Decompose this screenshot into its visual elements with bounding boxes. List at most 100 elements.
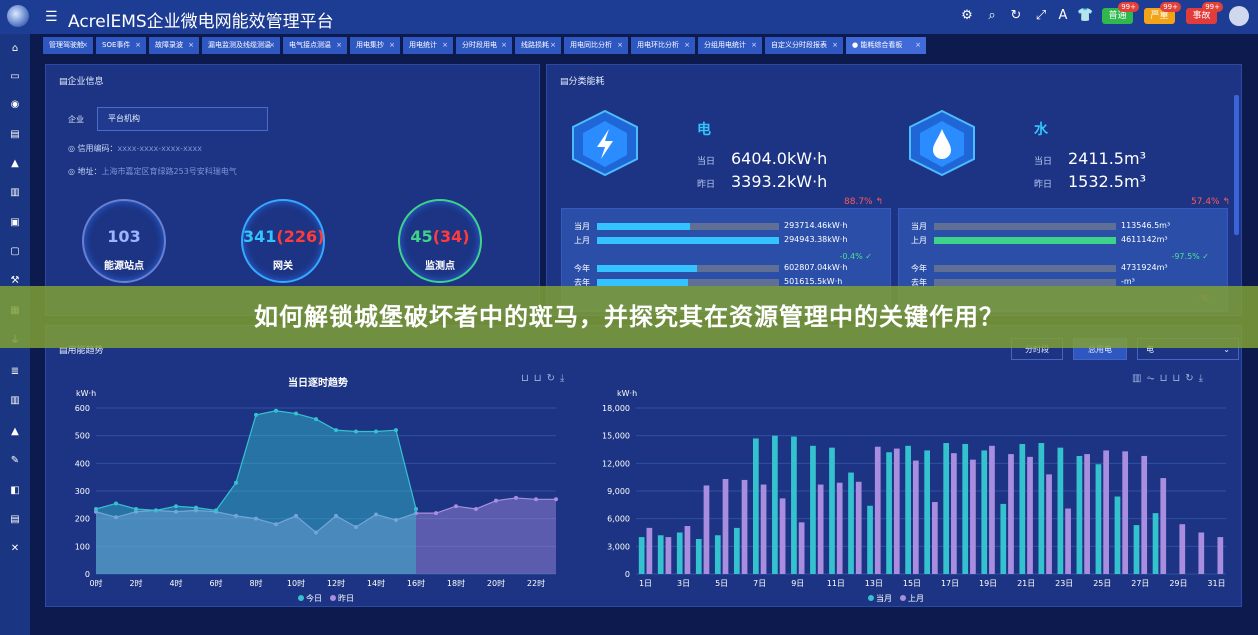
tab-2[interactable]: 故障录波 ×	[149, 37, 199, 54]
tab-5[interactable]: 用电集抄 ×	[350, 37, 400, 54]
theme-icon[interactable]: 👕	[1077, 8, 1093, 24]
x-tick-label: 21日	[1017, 579, 1035, 588]
x-tick-label: 31日	[1207, 579, 1225, 588]
bar-当月	[924, 450, 930, 574]
dashboard-icon[interactable]: ▣	[8, 216, 22, 230]
bar-上月	[1046, 474, 1052, 574]
hourly-trend-chart: kW·h 0 100 200 300 400 500 600 0时 2时 4时 6时 8时 10时 12时 1…	[75, 389, 558, 603]
tab-6[interactable]: 用电统计 ×	[403, 37, 453, 54]
folder-icon[interactable]: ▤	[8, 128, 22, 142]
menu-toggle-icon[interactable]: ☰	[45, 9, 58, 25]
bar-上月	[1084, 454, 1090, 574]
wrench-icon[interactable]: ✕	[8, 542, 22, 556]
list-icon[interactable]: ≣	[8, 365, 22, 379]
building-icon[interactable]: ▥	[8, 394, 22, 408]
tab-label: ● 能耗综合看板	[852, 41, 903, 49]
tab-label: 故障录波	[155, 41, 183, 49]
data-point	[234, 480, 238, 485]
tab-9[interactable]: 用电同比分析 ×	[564, 37, 628, 54]
close-tab-icon[interactable]: ×	[550, 37, 556, 54]
bar-当月	[1076, 455, 1083, 574]
alarm-accident-button[interactable]: 事故 99+	[1186, 2, 1223, 24]
tab-label: 用电集抄	[356, 41, 384, 49]
monitor-icon[interactable]: ▭	[8, 70, 22, 84]
tab-0[interactable]: 管理驾驶舱 ×	[43, 37, 93, 54]
bar-上月	[1027, 456, 1033, 574]
fullscreen-icon[interactable]: ⤢	[1033, 8, 1049, 24]
search-icon[interactable]: ⌕	[984, 8, 1000, 24]
alarm-normal-button[interactable]: 普通 99+	[1102, 2, 1139, 24]
water-name: 水	[1034, 122, 1048, 138]
close-tab-icon[interactable]: ×	[684, 37, 690, 54]
tab-7[interactable]: 分时段用电 ×	[456, 37, 512, 54]
bar-上月	[1141, 455, 1148, 574]
month-change: -97.5% ✓	[1171, 252, 1209, 261]
edit-icon[interactable]: ✎	[8, 454, 22, 468]
translate-icon[interactable]: A	[1055, 8, 1071, 24]
bar-上月	[779, 498, 786, 574]
stat-value: 501615.5kW·h	[784, 277, 843, 286]
tab-11[interactable]: 分组用电统计 ×	[698, 37, 762, 54]
water-change: 57.4% ↰	[1191, 197, 1230, 207]
close-tab-icon[interactable]: ×	[336, 37, 342, 54]
globe-icon[interactable]: ◉	[8, 98, 22, 112]
company-select[interactable]: 平台机构	[97, 107, 268, 131]
close-tab-icon[interactable]: ×	[832, 37, 838, 54]
close-tab-icon[interactable]: ×	[135, 37, 141, 54]
x-tick-label: 19日	[979, 579, 997, 588]
stat-value: 602807.04kW·h	[784, 263, 848, 272]
tab-8[interactable]: 线路损耗 ×	[515, 37, 561, 54]
y-tick-label: 500	[75, 432, 90, 441]
x-tick-label: 18时	[447, 578, 465, 588]
settings-icon[interactable]: ⚙	[959, 8, 975, 24]
stat-label: 上月	[911, 236, 927, 245]
tab-label: 线路损耗	[521, 41, 549, 49]
close-tab-icon[interactable]: ×	[617, 37, 623, 54]
bar-上月	[741, 479, 748, 574]
alarm-icon[interactable]: ▲	[8, 157, 22, 171]
tab-4[interactable]: 电气接点测温 ×	[283, 37, 347, 54]
bar-上月	[1217, 537, 1224, 574]
top-header: ☰ AcrelEMS企业微电网能效管理平台 ⚙ ⌕ ↻ ⤢ A 👕 普通 99+ …	[0, 0, 1258, 34]
water-today-label: 当日	[1034, 157, 1053, 167]
bar-上月	[874, 446, 881, 574]
enterprise-title: ▤企业信息	[59, 77, 104, 87]
gauge-value: 103	[107, 227, 141, 246]
x-tick-label: 17日	[941, 579, 959, 588]
message-icon[interactable]: ▢	[8, 245, 22, 259]
address: ◎ 地址：上海市嘉定区育绿路253号安科瑞电气	[68, 167, 237, 176]
x-tick-label: 23日	[1055, 579, 1073, 588]
gauge-monitor-points[interactable]: 45(34) 监测点	[398, 199, 482, 283]
close-tab-icon[interactable]: ×	[442, 37, 448, 54]
close-tab-icon[interactable]: ×	[188, 37, 194, 54]
stat-value: 113546.5m³	[1121, 221, 1171, 230]
gauge-gateways[interactable]: 341(226) 网关	[241, 199, 325, 283]
bar-chart-icon[interactable]: ▥	[8, 186, 22, 200]
close-tab-icon[interactable]: ×	[501, 37, 507, 54]
tab-3[interactable]: 漏电监测及线缆测温 ×	[202, 37, 280, 54]
tab-10[interactable]: 用电环比分析 ×	[631, 37, 695, 54]
refresh-icon[interactable]: ↻	[1008, 8, 1024, 24]
data-point	[454, 504, 458, 509]
app-logo	[7, 5, 29, 27]
alarm-serious-button[interactable]: 严重 99+	[1144, 2, 1181, 24]
tab-13[interactable]: ● 能耗综合看板 ×	[846, 37, 926, 54]
document-icon[interactable]: ▤	[8, 513, 22, 527]
scrollbar[interactable]	[1234, 95, 1239, 235]
close-tab-icon[interactable]: ×	[915, 37, 921, 54]
bar-当月	[657, 535, 664, 574]
gauge-energy-stations[interactable]: 103 能源站点	[82, 199, 166, 283]
user-avatar[interactable]	[1229, 6, 1249, 26]
bar-当月	[905, 445, 911, 574]
close-tab-icon[interactable]: ×	[269, 37, 275, 54]
close-tab-icon[interactable]: ×	[82, 37, 88, 54]
cube-icon[interactable]: ◧	[8, 484, 22, 498]
chart-toolbox[interactable]: ⊔⊔↻⤓	[521, 373, 569, 384]
tab-1[interactable]: SOE事件 ×	[96, 37, 146, 54]
tab-12[interactable]: 自定义分时段报表 ×	[765, 37, 843, 54]
chart-toolbox-2[interactable]: ▥⏦⊔⊔↻⤓	[1132, 373, 1208, 384]
home-icon[interactable]: ⌂	[8, 42, 22, 56]
close-tab-icon[interactable]: ×	[389, 37, 395, 54]
close-tab-icon[interactable]: ×	[751, 37, 757, 54]
warning-light-icon[interactable]: ▲	[8, 425, 22, 439]
